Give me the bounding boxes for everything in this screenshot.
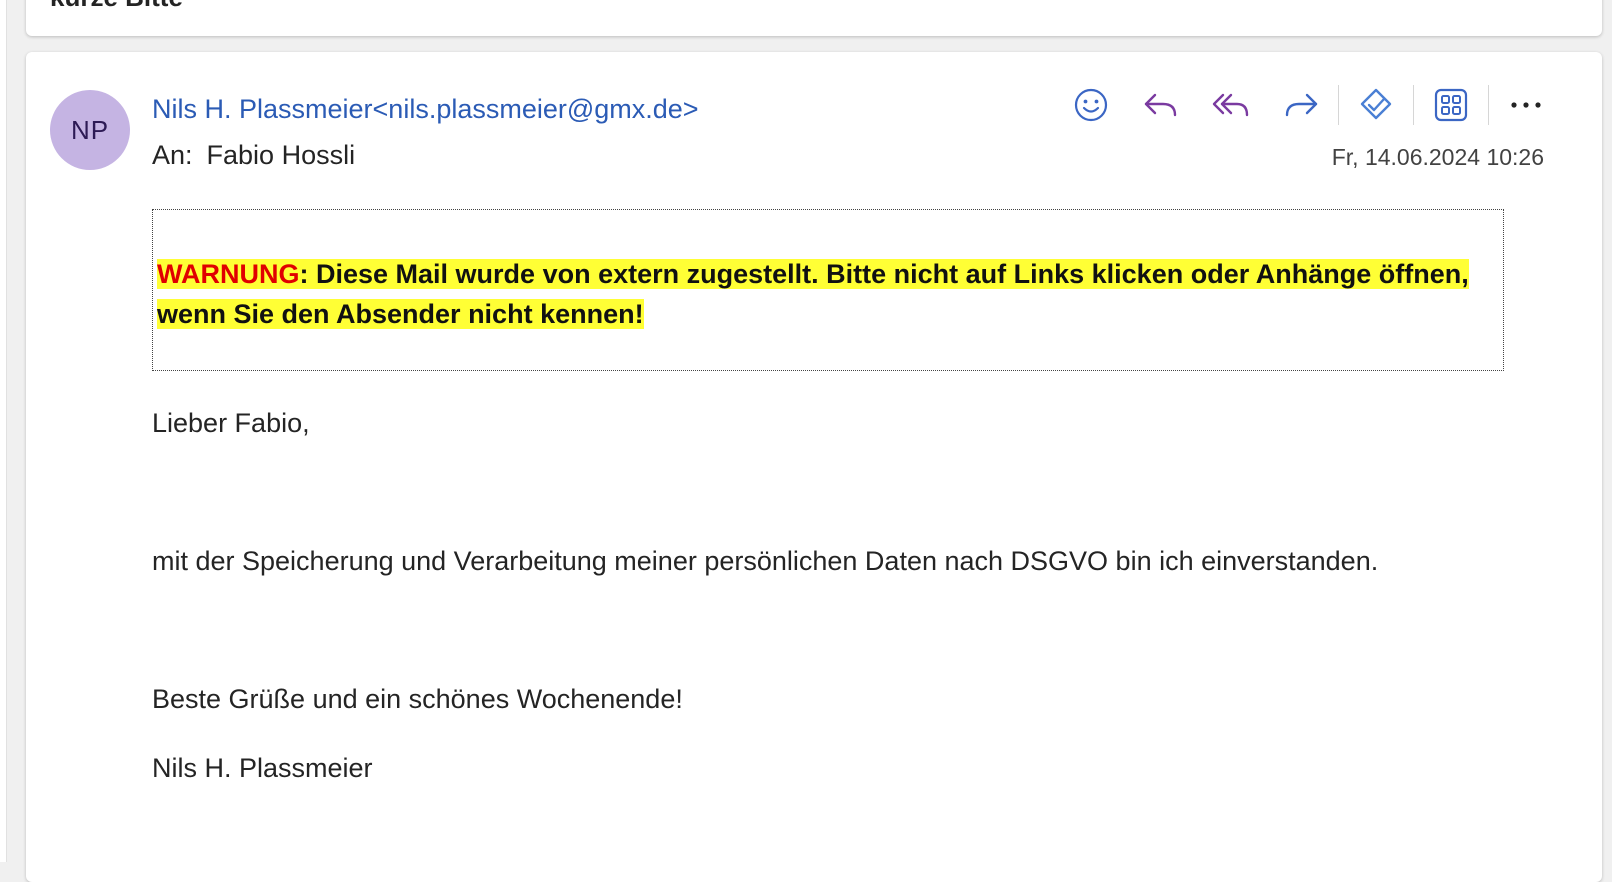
signature-line: Nils H. Plassmeier bbox=[152, 753, 373, 783]
reply-button[interactable] bbox=[1133, 81, 1189, 129]
forward-icon bbox=[1285, 93, 1318, 117]
more-icon bbox=[1511, 102, 1541, 108]
more-actions-button[interactable] bbox=[1498, 81, 1554, 129]
left-edge-strip bbox=[0, 0, 7, 862]
warning-keyword: WARNUNG bbox=[157, 259, 300, 289]
toolbar-separator bbox=[1488, 85, 1489, 125]
subject-header: kurze Bitte bbox=[26, 0, 1602, 36]
apps-button[interactable] bbox=[1423, 81, 1479, 129]
body-paragraph: mit der Speicherung und Verarbeitung mei… bbox=[152, 546, 1379, 576]
reply-all-button[interactable] bbox=[1203, 81, 1259, 129]
reply-all-icon bbox=[1212, 93, 1249, 117]
toolbar-separator bbox=[1338, 85, 1339, 125]
avatar-initials: NP bbox=[70, 114, 110, 145]
to-label: An: bbox=[152, 140, 193, 170]
closing-line: Beste Grüße und ein schönes Wochenende! bbox=[152, 684, 683, 714]
forward-button[interactable] bbox=[1273, 81, 1329, 129]
email-subject: kurze Bitte bbox=[50, 0, 183, 13]
warning-message: : Diese Mail wurde von extern zugestellt… bbox=[157, 259, 1469, 329]
greeting-line: Lieber Fabio, bbox=[152, 408, 310, 438]
emoji-icon bbox=[1074, 88, 1108, 122]
viva-insights-icon bbox=[1360, 88, 1392, 120]
recipient-name[interactable]: Fabio Hossli bbox=[207, 140, 356, 170]
toolbar-separator bbox=[1413, 85, 1414, 125]
avatar[interactable]: NP bbox=[50, 90, 130, 170]
apps-icon bbox=[1434, 88, 1468, 122]
message-card: NP Nils H. Plassmeier<nils.plassmeier@gm… bbox=[26, 52, 1602, 882]
external-mail-warning: WARNUNG: Diese Mail wurde von extern zug… bbox=[152, 209, 1504, 371]
warning-text: WARNUNG: Diese Mail wurde von extern zug… bbox=[157, 254, 1477, 334]
reply-icon bbox=[1144, 93, 1177, 117]
emoji-button[interactable] bbox=[1063, 81, 1119, 129]
viva-insights-button[interactable] bbox=[1348, 81, 1404, 129]
recipients-line: An: Fabio Hossli bbox=[152, 140, 355, 171]
message-toolbar bbox=[1056, 78, 1561, 132]
sender-name-email[interactable]: Nils H. Plassmeier<nils.plassmeier@gmx.d… bbox=[152, 94, 699, 125]
message-date: Fr, 14.06.2024 10:26 bbox=[1331, 144, 1544, 170]
